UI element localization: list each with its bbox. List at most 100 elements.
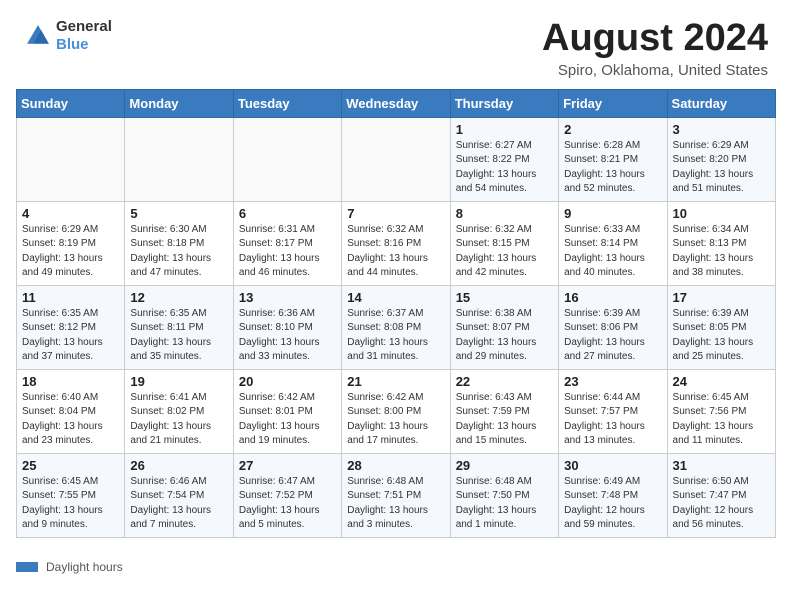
logo-blue-text: Blue [56,36,89,53]
day-info: Sunrise: 6:47 AM Sunset: 7:52 PM Dayligh… [239,475,336,533]
day-number: 29 [456,458,553,473]
calendar-table: SundayMondayTuesdayWednesdayThursdayFrid… [16,89,776,538]
calendar-cell: 7 Sunrise: 6:32 AM Sunset: 8:16 PM Daylig… [342,201,450,285]
calendar-cell: 12 Sunrise: 6:35 AM Sunset: 8:11 PM Dayli… [125,285,233,369]
day-number: 2 [564,122,661,137]
day-info: Sunrise: 6:40 AM Sunset: 8:04 PM Dayligh… [22,391,119,449]
calendar-cell: 23Sunrise: 6:44 AM Sunset: 7:57 PM Dayli… [559,369,667,453]
day-number: 7 [347,206,444,221]
day-number: 14 [347,290,444,305]
logo-icon [24,22,52,50]
calendar-cell: 20Sunrise: 6:42 AM Sunset: 8:01 PM Dayli… [233,369,341,453]
day-number: 10 [673,206,770,221]
calendar-cell: 19Sunrise: 6:41 AM Sunset: 8:02 PM Dayli… [125,369,233,453]
day-info: Sunrise: 6:29 AM Sunset: 8:20 PM Dayligh… [673,139,770,197]
day-number: 25 [22,458,119,473]
legend-label: Daylight hours [46,560,123,574]
day-number: 9 [564,206,661,221]
calendar-week-row: 18 Sunrise: 6:40 AM Sunset: 8:04 PM Dayli… [17,369,776,453]
day-number: 24 [673,374,770,389]
day-info: Sunrise: 6:32 AM Sunset: 8:15 PM Dayligh… [456,223,553,281]
calendar-week-row: 4 Sunrise: 6:29 AM Sunset: 8:19 PM Daylig… [17,201,776,285]
calendar-week-row: 11 Sunrise: 6:35 AM Sunset: 8:12 PM Dayli… [17,285,776,369]
calendar-cell: 6 Sunrise: 6:31 AM Sunset: 8:17 PM Daylig… [233,201,341,285]
calendar-cell: 5Sunrise: 6:30 AM Sunset: 8:18 PM Daylig… [125,201,233,285]
day-number: 5 [130,206,227,221]
weekday-header: Friday [559,89,667,117]
calendar-cell: 26 Sunrise: 6:46 AM Sunset: 7:54 PM Dayli… [125,453,233,537]
calendar-cell: 4 Sunrise: 6:29 AM Sunset: 8:19 PM Daylig… [17,201,125,285]
calendar-body: 1Sunrise: 6:27 AM Sunset: 8:22 PM Daylig… [17,117,776,537]
day-number: 27 [239,458,336,473]
calendar-cell [125,117,233,201]
weekday-header: Monday [125,89,233,117]
day-info: Sunrise: 6:32 AM Sunset: 8:16 PM Dayligh… [347,223,444,281]
calendar-cell: 9 Sunrise: 6:33 AM Sunset: 8:14 PM Daylig… [559,201,667,285]
day-info: Sunrise: 6:49 AM Sunset: 7:48 PM Dayligh… [564,475,661,533]
day-number: 3 [673,122,770,137]
day-number: 16 [564,290,661,305]
day-number: 18 [22,374,119,389]
day-info: Sunrise: 6:38 AM Sunset: 8:07 PM Dayligh… [456,307,553,365]
calendar-cell: 17 Sunrise: 6:39 AM Sunset: 8:05 PM Dayli… [667,285,775,369]
day-info: Sunrise: 6:42 AM Sunset: 8:01 PM Dayligh… [239,391,336,449]
weekday-header: Saturday [667,89,775,117]
weekday-header: Wednesday [342,89,450,117]
calendar-cell: 13Sunrise: 6:36 AM Sunset: 8:10 PM Dayli… [233,285,341,369]
calendar-cell: 11 Sunrise: 6:35 AM Sunset: 8:12 PM Dayli… [17,285,125,369]
calendar-cell: 21 Sunrise: 6:42 AM Sunset: 8:00 PM Dayli… [342,369,450,453]
legend: Daylight hours [0,554,792,574]
day-number: 11 [22,290,119,305]
day-number: 8 [456,206,553,221]
calendar-cell: 31Sunrise: 6:50 AM Sunset: 7:47 PM Dayli… [667,453,775,537]
location-subtitle: Spiro, Oklahoma, United States [542,62,768,79]
calendar-cell: 30 Sunrise: 6:49 AM Sunset: 7:48 PM Dayli… [559,453,667,537]
calendar-cell: 24 Sunrise: 6:45 AM Sunset: 7:56 PM Dayli… [667,369,775,453]
day-info: Sunrise: 6:31 AM Sunset: 8:17 PM Dayligh… [239,223,336,281]
day-info: Sunrise: 6:35 AM Sunset: 8:11 PM Dayligh… [130,307,227,365]
day-number: 17 [673,290,770,305]
month-year-title: August 2024 [542,18,768,60]
calendar-cell [233,117,341,201]
calendar-cell: 3 Sunrise: 6:29 AM Sunset: 8:20 PM Daylig… [667,117,775,201]
calendar-cell [342,117,450,201]
calendar-cell: 16Sunrise: 6:39 AM Sunset: 8:06 PM Dayli… [559,285,667,369]
calendar-cell: 18 Sunrise: 6:40 AM Sunset: 8:04 PM Dayli… [17,369,125,453]
day-number: 22 [456,374,553,389]
day-info: Sunrise: 6:42 AM Sunset: 8:00 PM Dayligh… [347,391,444,449]
day-info: Sunrise: 6:45 AM Sunset: 7:56 PM Dayligh… [673,391,770,449]
calendar-cell: 27 Sunrise: 6:47 AM Sunset: 7:52 PM Dayli… [233,453,341,537]
day-info: Sunrise: 6:35 AM Sunset: 8:12 PM Dayligh… [22,307,119,365]
calendar-cell: 29 Sunrise: 6:48 AM Sunset: 7:50 PM Dayli… [450,453,558,537]
day-info: Sunrise: 6:27 AM Sunset: 8:22 PM Dayligh… [456,139,553,197]
weekday-header: Tuesday [233,89,341,117]
calendar-cell: 28Sunrise: 6:48 AM Sunset: 7:51 PM Dayli… [342,453,450,537]
calendar-cell: 15Sunrise: 6:38 AM Sunset: 8:07 PM Dayli… [450,285,558,369]
day-info: Sunrise: 6:50 AM Sunset: 7:47 PM Dayligh… [673,475,770,533]
page-header: General Blue August 2024 Spiro, Oklahoma… [0,0,792,89]
day-info: Sunrise: 6:43 AM Sunset: 7:59 PM Dayligh… [456,391,553,449]
day-info: Sunrise: 6:28 AM Sunset: 8:21 PM Dayligh… [564,139,661,197]
calendar-cell: 1Sunrise: 6:27 AM Sunset: 8:22 PM Daylig… [450,117,558,201]
logo-general-text: General [56,18,112,35]
day-info: Sunrise: 6:36 AM Sunset: 8:10 PM Dayligh… [239,307,336,365]
calendar-week-row: 25Sunrise: 6:45 AM Sunset: 7:55 PM Dayli… [17,453,776,537]
day-number: 4 [22,206,119,221]
day-info: Sunrise: 6:39 AM Sunset: 8:05 PM Dayligh… [673,307,770,365]
calendar-cell: 10Sunrise: 6:34 AM Sunset: 8:13 PM Dayli… [667,201,775,285]
day-info: Sunrise: 6:29 AM Sunset: 8:19 PM Dayligh… [22,223,119,281]
day-number: 21 [347,374,444,389]
day-info: Sunrise: 6:48 AM Sunset: 7:51 PM Dayligh… [347,475,444,533]
day-number: 30 [564,458,661,473]
day-info: Sunrise: 6:33 AM Sunset: 8:14 PM Dayligh… [564,223,661,281]
calendar-cell: 22 Sunrise: 6:43 AM Sunset: 7:59 PM Dayli… [450,369,558,453]
day-number: 12 [130,290,227,305]
legend-bar-icon [16,562,38,572]
day-info: Sunrise: 6:48 AM Sunset: 7:50 PM Dayligh… [456,475,553,533]
day-info: Sunrise: 6:37 AM Sunset: 8:08 PM Dayligh… [347,307,444,365]
day-info: Sunrise: 6:46 AM Sunset: 7:54 PM Dayligh… [130,475,227,533]
calendar-cell [17,117,125,201]
day-number: 6 [239,206,336,221]
calendar-cell: 14 Sunrise: 6:37 AM Sunset: 8:08 PM Dayli… [342,285,450,369]
day-number: 26 [130,458,227,473]
